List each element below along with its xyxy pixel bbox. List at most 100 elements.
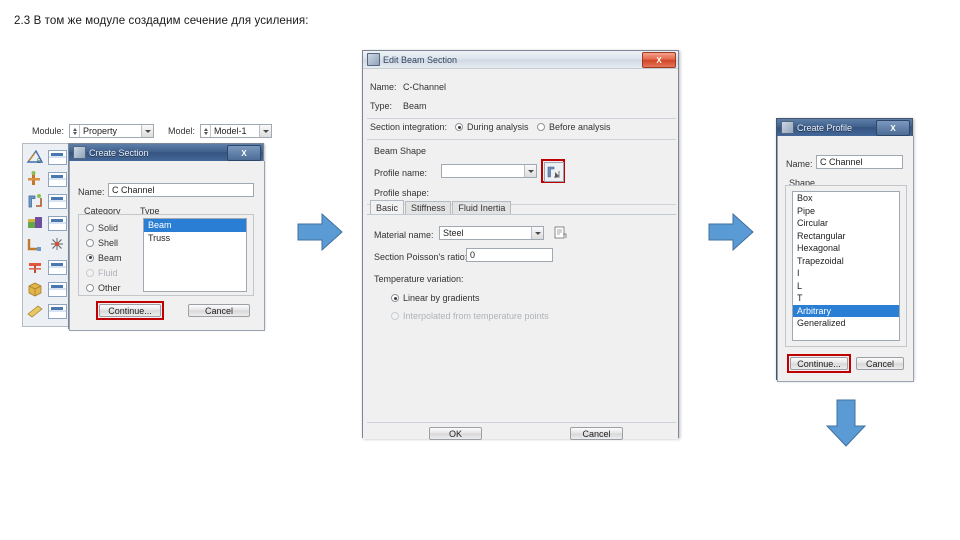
radio-icon <box>391 312 399 320</box>
section-manager-icon[interactable] <box>48 171 67 187</box>
material-name-select[interactable]: Steel <box>439 226 544 240</box>
cancel-button[interactable]: Cancel <box>856 357 904 370</box>
type-listbox[interactable]: Beam Truss <box>143 218 247 292</box>
close-icon[interactable]: X <box>227 145 261 161</box>
name-label: Name: <box>78 187 105 197</box>
assign-material-orientation-icon[interactable] <box>26 258 45 276</box>
flow-arrow-down <box>825 399 867 447</box>
slide-canvas: 2.3 В том же модуле создадим сечение для… <box>0 0 960 540</box>
type-list-item[interactable]: Truss <box>144 232 246 245</box>
shape-list-item[interactable]: Hexagonal <box>793 242 899 255</box>
profile-name-label: Profile name: <box>374 168 428 178</box>
chevron-down-icon[interactable] <box>524 165 536 177</box>
category-option-label: Fluid <box>98 267 118 278</box>
shape-listbox[interactable]: Box Pipe Circular Rectangular Hexagonal … <box>792 191 900 341</box>
radio-icon[interactable] <box>86 283 94 292</box>
shape-list-item[interactable]: L <box>793 280 899 293</box>
create-skin-icon[interactable] <box>26 280 45 298</box>
radio-icon[interactable] <box>86 238 94 247</box>
module-select[interactable]: Property <box>69 124 155 138</box>
create-profile-icon[interactable] <box>26 192 45 210</box>
create-section-dialog[interactable]: Create Section X Name: C Channel Categor… <box>68 143 265 331</box>
window-icon <box>781 121 794 134</box>
create-material-icon[interactable]: E <box>26 148 45 166</box>
create-profile-titlebar[interactable]: Create Profile X <box>777 119 912 136</box>
integration-option-during[interactable]: During analysis <box>455 122 529 132</box>
continue-button[interactable]: Continue... <box>99 304 161 317</box>
module-spinner[interactable] <box>70 125 81 137</box>
create-material-icon[interactable] <box>554 226 567 239</box>
category-option-solid[interactable]: Solid <box>86 220 138 235</box>
page-title: 2.3 В том же модуле создадим сечение для… <box>14 15 309 27</box>
category-radio-group[interactable]: Solid Shell Beam Fluid Other <box>86 220 138 295</box>
shape-list-item[interactable]: Circular <box>793 217 899 230</box>
profile-name-value <box>442 165 524 177</box>
name-label: Name: <box>786 159 813 169</box>
radio-icon[interactable] <box>537 123 545 131</box>
radio-icon[interactable] <box>86 253 94 262</box>
section-assignment-manager-icon[interactable] <box>48 215 67 231</box>
section-integration-label: Section integration: <box>370 122 448 132</box>
assign-section-icon[interactable] <box>26 214 45 232</box>
skin-manager-icon[interactable] <box>48 281 67 297</box>
profile-manager-icon[interactable] <box>48 193 67 209</box>
basic-tab-pane: Material name: Steel Section Poisson's r… <box>367 214 676 423</box>
shape-list-item[interactable]: Box <box>793 192 899 205</box>
type-list-item[interactable]: Beam <box>144 219 246 232</box>
integration-option-before[interactable]: Before analysis <box>537 122 611 132</box>
radio-icon[interactable] <box>86 223 94 232</box>
create-section-icon[interactable] <box>26 170 45 188</box>
cancel-button[interactable]: Cancel <box>188 304 250 317</box>
category-option-beam[interactable]: Beam <box>86 250 138 265</box>
material-orientation-manager-icon[interactable] <box>48 259 67 275</box>
create-profile-button[interactable] <box>544 162 564 182</box>
close-icon[interactable]: X <box>876 120 910 136</box>
chevron-down-icon[interactable] <box>531 227 543 239</box>
create-section-titlebar[interactable]: Create Section X <box>69 144 263 161</box>
stringer-manager-icon[interactable] <box>48 303 67 319</box>
shape-list-item[interactable]: Rectangular <box>793 230 899 243</box>
poisson-ratio-input[interactable]: 0 <box>466 248 553 262</box>
edit-beam-section-body: Name: C-Channel Type: Beam Section integ… <box>363 68 678 440</box>
create-stringer-icon[interactable] <box>26 302 45 320</box>
edit-beam-section-dialog[interactable]: Edit Beam Section X Name: C-Channel Type… <box>362 50 679 440</box>
shape-list-item[interactable]: I <box>793 267 899 280</box>
close-icon[interactable]: X <box>642 52 676 68</box>
material-name-label: Material name: <box>374 230 434 240</box>
temperature-option-linear[interactable]: Linear by gradients <box>391 293 480 303</box>
chevron-down-icon[interactable] <box>259 125 272 137</box>
shape-list-item[interactable]: Pipe <box>793 205 899 218</box>
model-spinner[interactable] <box>201 125 212 137</box>
continue-button[interactable]: Continue... <box>790 357 848 370</box>
material-manager-icon[interactable] <box>48 149 67 165</box>
create-section-title: Create Section <box>89 147 149 158</box>
tab-fluid-inertia[interactable]: Fluid Inertia <box>452 201 512 214</box>
tab-basic[interactable]: Basic <box>370 200 405 214</box>
section-name-input[interactable]: C Channel <box>108 183 254 197</box>
cancel-button[interactable]: Cancel <box>570 427 623 440</box>
shape-list-item[interactable]: T <box>793 292 899 305</box>
assign-beam-orientation-icon[interactable] <box>26 236 45 254</box>
flow-arrow-right-1 <box>297 212 343 252</box>
radio-icon[interactable] <box>391 294 399 302</box>
tab-stiffness[interactable]: Stiffness <box>405 201 452 214</box>
create-profile-dialog[interactable]: Create Profile X Name: C Channel Shape B… <box>776 118 914 382</box>
profile-name-select[interactable] <box>441 164 537 178</box>
chevron-down-icon[interactable] <box>141 125 154 137</box>
shape-list-item[interactable]: Trapezoidal <box>793 255 899 268</box>
ok-button[interactable]: OK <box>429 427 482 440</box>
radio-icon[interactable] <box>455 123 463 131</box>
type-label: Type: <box>370 101 393 111</box>
category-option-shell[interactable]: Shell <box>86 235 138 250</box>
module-label: Module: <box>32 126 65 136</box>
edit-beam-section-titlebar[interactable]: Edit Beam Section X <box>363 51 678 68</box>
beam-section-type-value: Beam <box>403 101 427 111</box>
beam-section-tabs[interactable]: Basic Stiffness Fluid Inertia <box>370 200 512 214</box>
model-select[interactable]: Model-1 <box>200 124 273 138</box>
query-information-icon[interactable] <box>48 236 67 254</box>
window-icon <box>73 146 86 159</box>
profile-name-input[interactable]: C Channel <box>816 155 903 169</box>
shape-list-item[interactable]: Generalized <box>793 317 899 330</box>
shape-list-item[interactable]: Arbitrary <box>793 304 899 317</box>
category-option-other[interactable]: Other <box>86 280 138 295</box>
